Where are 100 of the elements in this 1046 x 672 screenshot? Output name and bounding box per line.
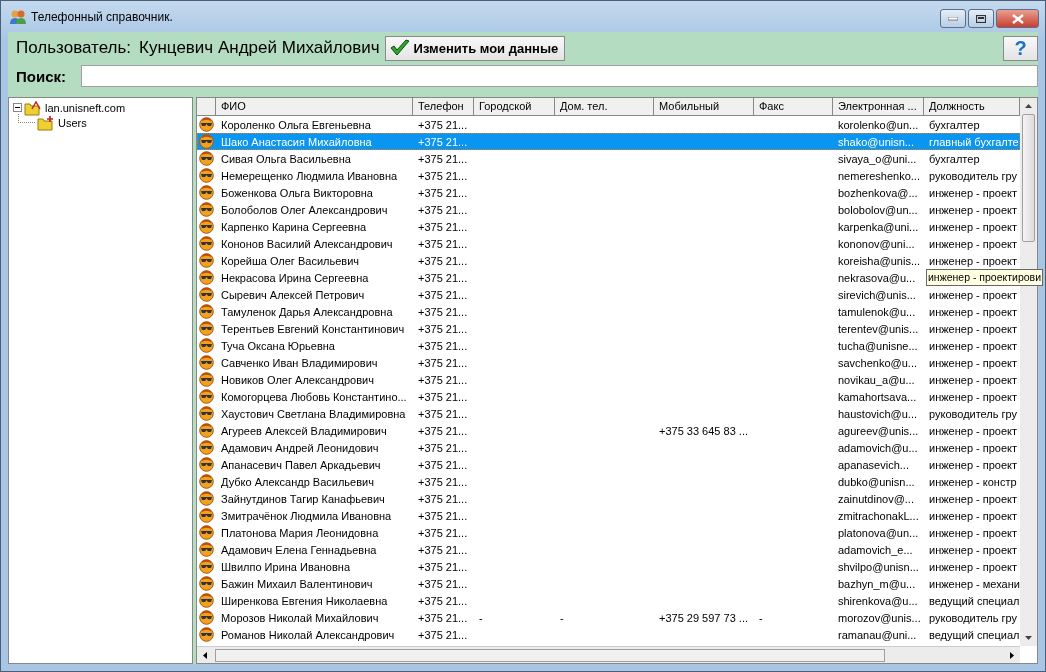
table-cell-text: sivaya_o@uni... [837, 152, 918, 165]
table-cell-text: kononov@uni... [837, 237, 916, 250]
table-cell-text: главный бухгалте [928, 135, 1020, 148]
user-icon [199, 474, 214, 489]
scrollbar-thumb[interactable] [215, 648, 885, 662]
table-cell-text: Ширенкова Евгения Николаевна [220, 594, 389, 607]
user-icon [199, 508, 214, 523]
table-cell-text: +375 21... [417, 441, 469, 454]
table-cell-text: инженер - проект [928, 305, 1019, 318]
user-icon [199, 440, 214, 455]
column-header[interactable]: Городской [474, 98, 555, 116]
user-icon [199, 151, 214, 166]
table-cell-text: zainutdinov@... [837, 492, 915, 505]
table-cell-text: руководитель гру [928, 407, 1019, 420]
table-cell-text: kamahortsava... [837, 390, 918, 403]
table-cell-text: shirenkova@u... [837, 594, 919, 607]
table-cell-text: инженер - проект [928, 254, 1019, 267]
table-cell-text: sirevich@unis... [837, 288, 917, 301]
table-cell-text: инженер - проект [928, 543, 1019, 556]
column-header[interactable]: Мобильный [654, 98, 754, 116]
help-button[interactable]: ? [1003, 35, 1038, 61]
tree-item[interactable]: lan.unisneft.com [45, 101, 126, 114]
table-cell-text: инженер - проект [928, 424, 1019, 437]
table-cell-text: +375 21... [417, 186, 469, 199]
horizontal-scrollbar[interactable] [197, 646, 1020, 663]
table-cell-text: bazhyn_m@u... [837, 577, 917, 590]
table-cell-text: +375 21... [417, 611, 469, 624]
table-cell-text: Змитрачёнок Людмила Ивановна [220, 509, 393, 522]
table-cell-text: инженер - проект [928, 220, 1019, 233]
table-cell-text: +375 21... [417, 118, 469, 131]
scrollbar-thumb[interactable] [1022, 114, 1035, 242]
window-title: Телефонный справочник. [31, 9, 173, 24]
folder-icon [24, 99, 42, 116]
table-cell-text: +375 21... [417, 152, 469, 165]
table-cell-text: - [478, 611, 484, 624]
table-cell-text: Шако Анастасия Михайловна [220, 135, 373, 148]
table-cell-text: - [758, 611, 764, 624]
table-cell-text: инженер - проект [928, 492, 1019, 505]
table-cell-text: +375 21... [417, 203, 469, 216]
close-button[interactable] [996, 9, 1039, 28]
collapse-toggle[interactable] [13, 103, 22, 112]
column-header[interactable]: Дом. тел. [555, 98, 654, 116]
table-cell-text: karpenka@uni... [837, 220, 920, 233]
search-label: Поиск: [16, 67, 67, 85]
table-cell-text: +375 21... [417, 543, 469, 556]
table-cell-text: Романов Николай Александрович [220, 628, 396, 641]
table-cell-text: - [559, 611, 565, 624]
maximize-button[interactable] [968, 9, 994, 28]
table-cell-text: haustovich@u... [837, 407, 919, 420]
edit-profile-button[interactable]: Изменить мои данные [384, 35, 566, 61]
close-icon [1011, 13, 1024, 24]
table-cell-text: инженер - проект [928, 237, 1019, 250]
table-cell-text: Туча Оксана Юрьевна [220, 339, 336, 352]
user-icon [199, 117, 214, 132]
table-cell-text: +375 21... [417, 509, 469, 522]
table-cell-text: +375 21... [417, 237, 469, 250]
table-cell-text: Платонова Мария Леонидовна [220, 526, 380, 539]
column-header[interactable]: ФИО [216, 98, 413, 116]
table-cell-text: ведущий специал [928, 594, 1020, 607]
table-cell-text: инженер - проект [928, 390, 1019, 403]
column-header[interactable]: Факс [754, 98, 833, 116]
table-cell-text: koreisha@unis... [837, 254, 922, 267]
table-cell-text: инженер - проект [928, 203, 1019, 216]
table-cell-text: инженер - проект [928, 186, 1019, 199]
table-cell-text: Кононов Василий Александрович [220, 237, 394, 250]
user-icon [199, 185, 214, 200]
user-name: Кунцевич Андрей Михайлович [139, 38, 380, 58]
tooltip: инженер - проектирови [926, 269, 1044, 286]
column-header[interactable]: Телефон [413, 98, 474, 116]
table-cell-text: Карпенко Карина Сергеевна [220, 220, 368, 233]
user-icon [199, 202, 214, 217]
table-cell-text: adamovich_e... [837, 543, 914, 556]
table-cell-text: инженер - проект [928, 441, 1019, 454]
minimize-icon [948, 16, 958, 21]
user-icon [199, 423, 214, 438]
table-cell-text: Корейша Олег Васильевич [220, 254, 361, 267]
table-cell-text: Немерещенко Людмила Ивановна [220, 169, 399, 182]
table-cell-text: shako@unisn... [837, 135, 915, 148]
table-cell-text: Дубко Александр Васильевич [220, 475, 375, 488]
user-icon [199, 627, 214, 642]
tree-item[interactable]: Users [58, 116, 87, 129]
table-cell-text: Савченко Иван Владимирович [220, 356, 379, 369]
table-cell-text: Некрасова Ирина Сергеевна [220, 271, 370, 284]
table-cell-text: morozov@unis... [837, 611, 922, 624]
table-cell-text: +375 21... [417, 288, 469, 301]
table-cell-text: руководитель гру [928, 169, 1019, 182]
table-cell-text: Швилпо Ирина Ивановна [220, 560, 351, 573]
search-field[interactable] [81, 65, 1038, 87]
table-cell-text: +375 21... [417, 407, 469, 420]
table-cell-text: +375 21... [417, 356, 469, 369]
user-icon [199, 134, 214, 149]
column-header[interactable]: Электронная ... [833, 98, 924, 116]
people-icon [9, 8, 27, 25]
user-icon [199, 593, 214, 608]
table-cell-text: +375 21... [417, 526, 469, 539]
table-cell-text: Болоболов Олег Александрович [220, 203, 389, 216]
table-cell-text: agureev@unis... [837, 424, 920, 437]
user-icon [199, 287, 214, 302]
minimize-button[interactable] [940, 9, 966, 28]
table-cell-text: +375 29 597 73 ... [658, 611, 749, 624]
